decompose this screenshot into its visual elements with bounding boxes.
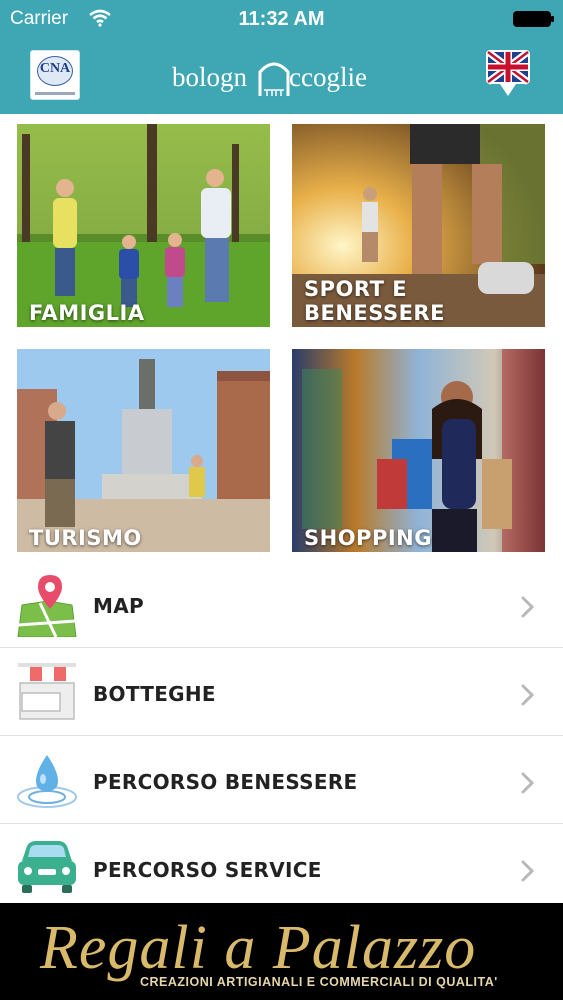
menu-label-percorso-service: PERCORSO SERVICE <box>93 858 322 882</box>
status-bar: Carrier 11:32 AM <box>0 0 563 38</box>
clock: 11:32 AM <box>238 8 325 30</box>
cna-logo-button[interactable]: CNA <box>30 50 80 100</box>
shop-awning-icon <box>18 663 76 720</box>
chevron-right-icon <box>521 596 535 618</box>
brand-text-left: bologn <box>172 62 248 92</box>
menu-label-botteghe: BOTTEGHE <box>93 682 216 706</box>
tile-label-sport-benessere: SPORT E BENESSERE <box>304 277 445 325</box>
tourism-photo <box>17 349 270 552</box>
menu-item-map[interactable]: MAP <box>0 561 563 648</box>
cna-logo-text: CNA <box>39 61 71 76</box>
car-icon <box>18 841 76 893</box>
battery-icon <box>513 11 554 27</box>
uk-flag-icon[interactable] <box>486 50 530 98</box>
chevron-right-icon <box>521 772 535 794</box>
portico-arch-icon <box>258 62 290 96</box>
water-drop-icon <box>17 755 77 808</box>
tile-label-turismo: TURISMO <box>29 526 142 550</box>
tile-label-famiglia: FAMIGLIA <box>29 301 145 325</box>
menu-item-percorso-benessere[interactable]: PERCORSO BENESSERE <box>0 737 563 824</box>
menu-item-percorso-service[interactable]: PERCORSO SERVICE <box>0 825 563 912</box>
menu-label-percorso-benessere: PERCORSO BENESSERE <box>93 770 358 794</box>
ad-banner[interactable]: Regali a Palazzo CREAZIONI ARTIGIANALI E… <box>0 903 563 1000</box>
tile-turismo[interactable]: TURISMO <box>17 349 270 552</box>
family-photo <box>17 124 270 327</box>
menu-label-map: MAP <box>93 594 144 618</box>
chevron-right-icon <box>521 684 535 706</box>
tile-label-line: SHOPPING <box>304 526 432 550</box>
tile-sport-benessere[interactable]: SPORT E BENESSERE <box>292 124 545 327</box>
tile-label-line: BENESSERE <box>304 301 445 325</box>
banner-subtitle: CREAZIONI ARTIGIANALI E COMMERCIALI DI Q… <box>140 975 498 989</box>
tile-label-line: FAMIGLIA <box>29 301 145 325</box>
chevron-right-icon <box>521 860 535 882</box>
map-pin-icon <box>17 575 77 637</box>
tile-label-line: TURISMO <box>29 526 142 550</box>
cna-logo-caption <box>35 92 75 95</box>
tile-label-shopping: SHOPPING <box>304 526 432 550</box>
tile-shopping[interactable]: SHOPPING <box>292 349 545 552</box>
navigation-bar: CNA bologn ccoglie <box>0 38 563 114</box>
brand-logo: bologn ccoglie <box>172 58 392 98</box>
shopping-photo <box>292 349 545 552</box>
tile-famiglia[interactable]: FAMIGLIA <box>17 124 270 327</box>
menu-item-botteghe[interactable]: BOTTEGHE <box>0 649 563 736</box>
tile-label-line: SPORT E <box>304 277 408 301</box>
brand-text-right: ccoglie <box>289 62 367 92</box>
